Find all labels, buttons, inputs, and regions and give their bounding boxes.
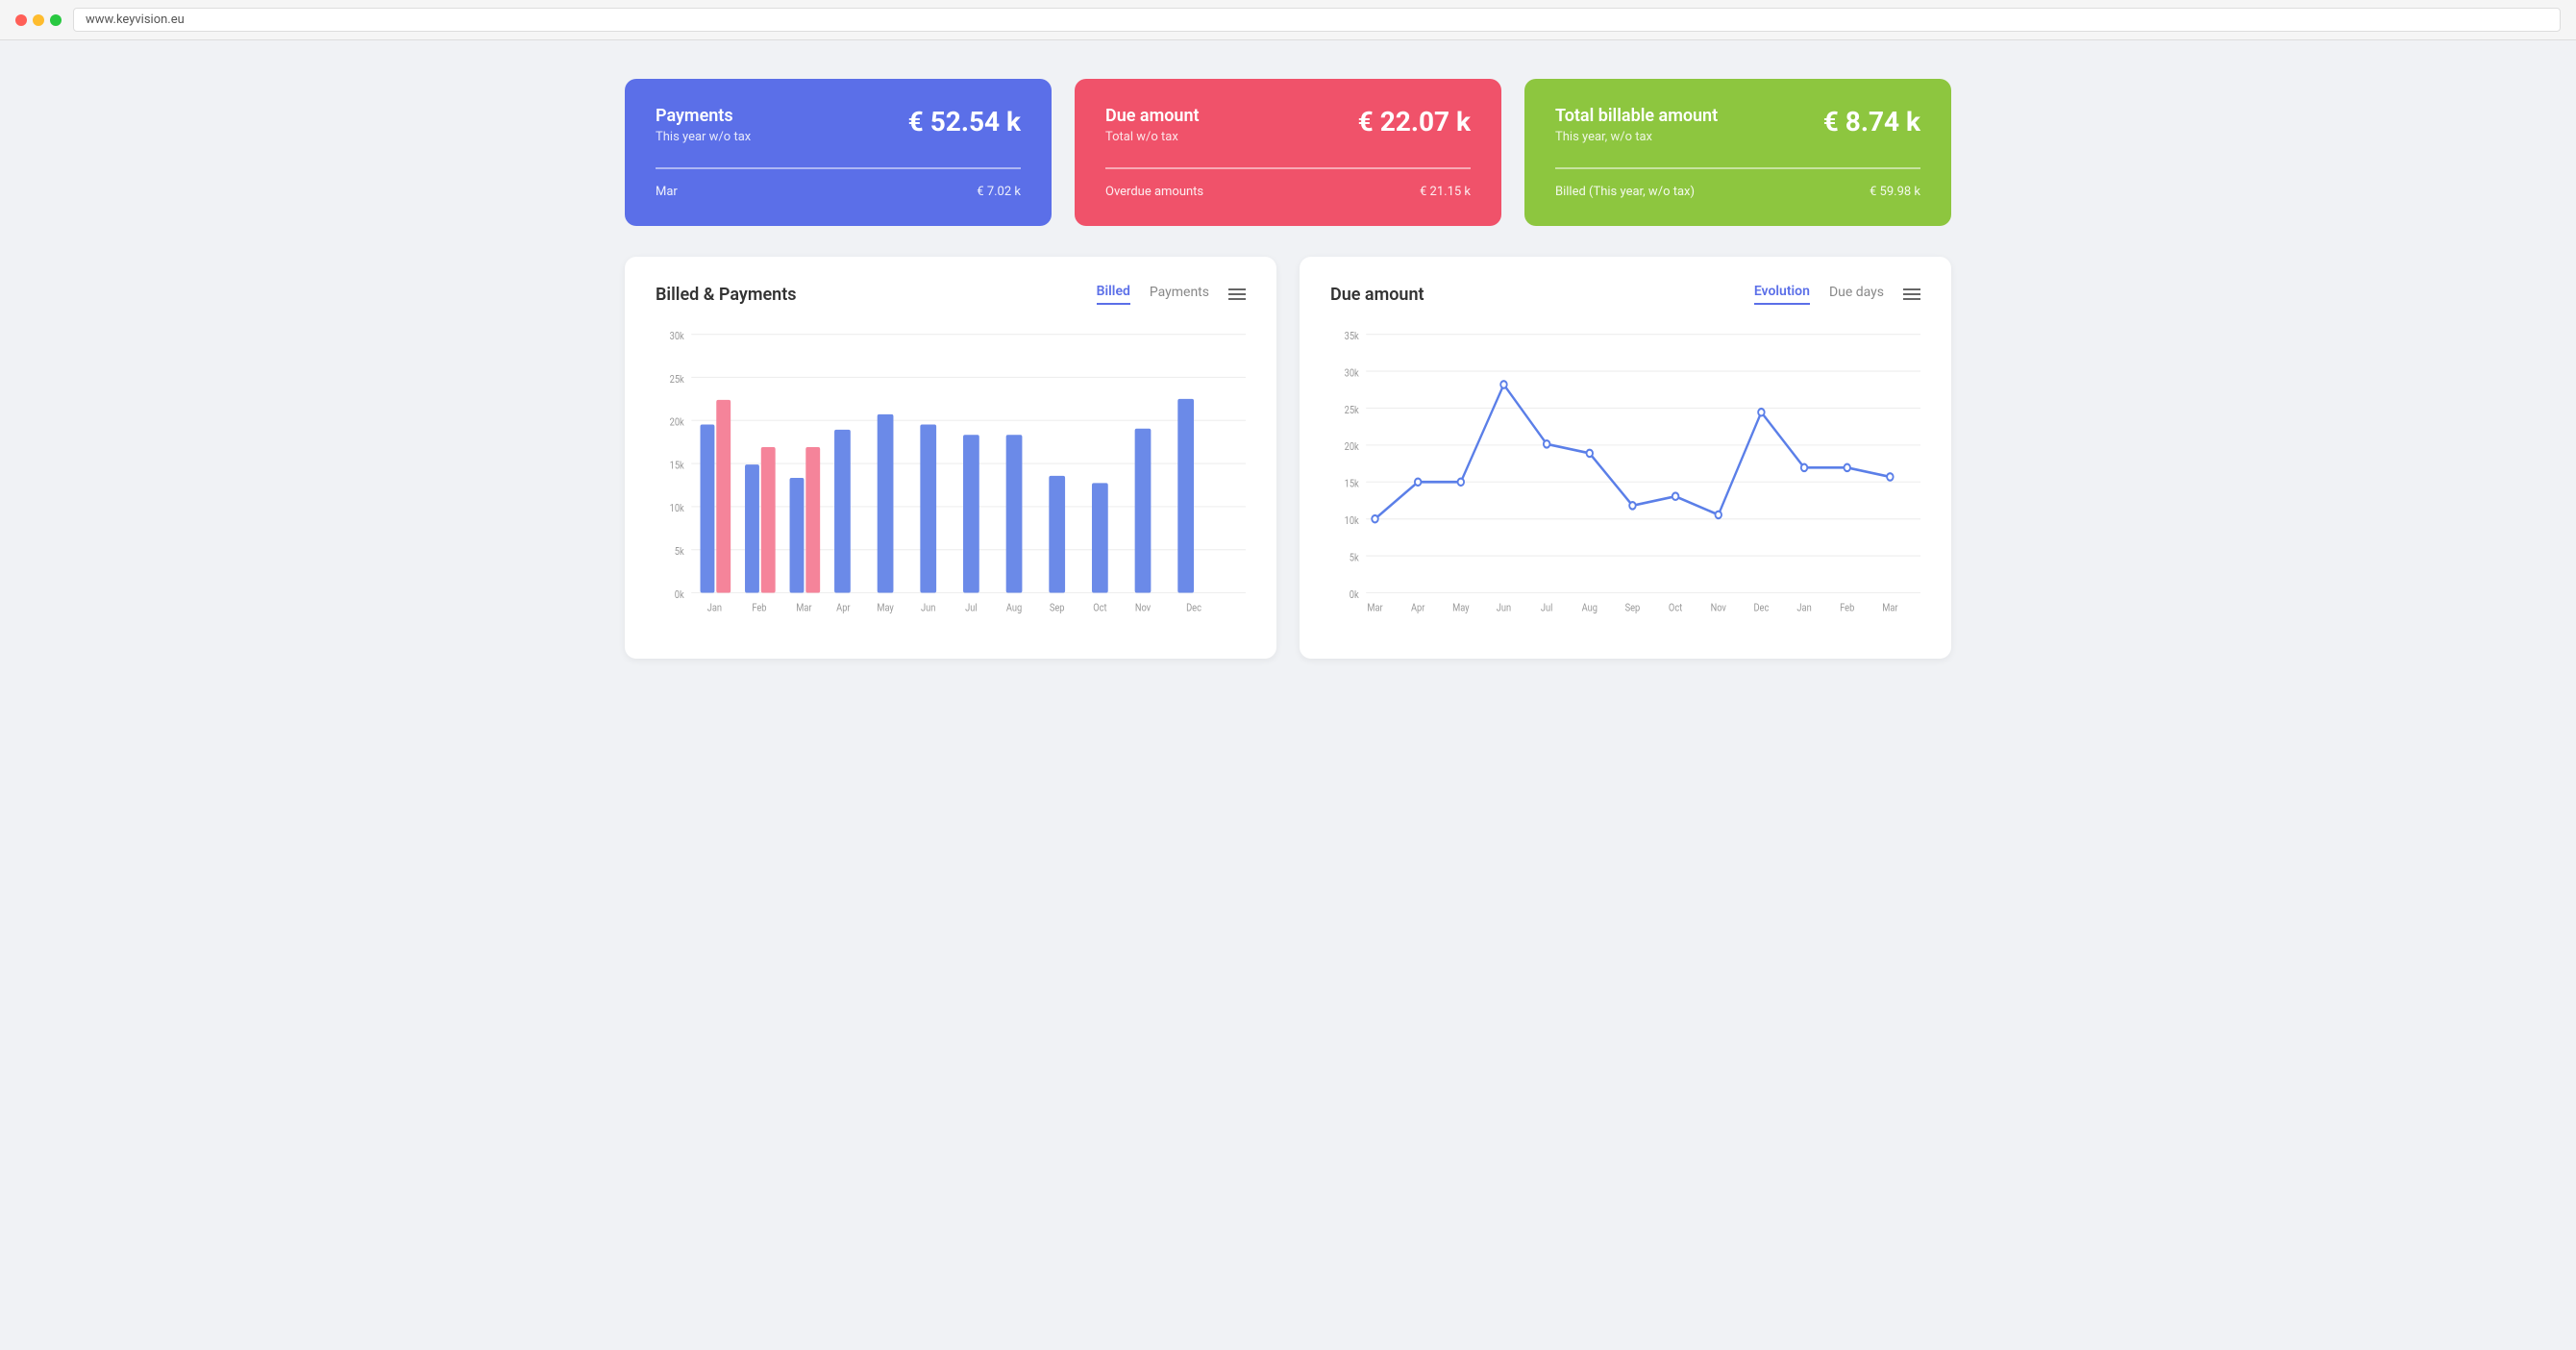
payments-amount: € 52.54 k xyxy=(908,106,1021,138)
due-amount-footer-right: € 21.15 k xyxy=(1420,185,1471,199)
charts-row: Billed & Payments Billed Payments xyxy=(625,257,1951,659)
bar-chart-svg: 0k 5k 10k 15k 20k 25k 30k xyxy=(656,324,1246,632)
svg-text:0k: 0k xyxy=(1350,589,1360,601)
due-amount-subtitle: Total w/o tax xyxy=(1105,130,1200,144)
total-billable-footer: Billed (This year, w/o tax) € 59.98 k xyxy=(1555,185,1920,199)
svg-text:Apr: Apr xyxy=(1411,603,1425,614)
svg-text:Dec: Dec xyxy=(1186,603,1201,614)
svg-text:15k: 15k xyxy=(670,461,685,472)
svg-text:25k: 25k xyxy=(670,374,685,386)
billed-payments-menu-icon[interactable] xyxy=(1228,288,1246,300)
svg-text:Jun: Jun xyxy=(1497,603,1511,614)
main-content: Payments This year w/o tax € 52.54 k Mar… xyxy=(567,40,2009,697)
svg-text:Apr: Apr xyxy=(836,603,851,614)
svg-text:15k: 15k xyxy=(1345,479,1360,490)
close-dot[interactable] xyxy=(15,14,27,26)
due-amount-footer: Overdue amounts € 21.15 k xyxy=(1105,185,1471,199)
svg-text:Feb: Feb xyxy=(752,603,767,614)
svg-text:Jul: Jul xyxy=(965,603,978,614)
tab-evolution[interactable]: Evolution xyxy=(1754,284,1810,305)
due-amount-footer-left: Overdue amounts xyxy=(1105,185,1203,199)
maximize-dot[interactable] xyxy=(50,14,62,26)
svg-text:Feb: Feb xyxy=(1840,603,1855,614)
tab-payments[interactable]: Payments xyxy=(1150,285,1209,304)
due-amount-line-chart: 0k 5k 10k 15k 20k 25k 30k 35k xyxy=(1330,324,1920,632)
svg-text:35k: 35k xyxy=(1345,331,1360,342)
svg-text:25k: 25k xyxy=(1345,405,1360,416)
due-amount-title: Due amount xyxy=(1105,106,1200,126)
payments-card: Payments This year w/o tax € 52.54 k Mar… xyxy=(625,79,1052,226)
url-bar[interactable]: www.keyvision.eu xyxy=(73,8,2561,32)
billed-payments-bar-chart: 0k 5k 10k 15k 20k 25k 30k xyxy=(656,324,1246,632)
tab-billed[interactable]: Billed xyxy=(1097,284,1130,305)
due-amount-tabs: Evolution Due days xyxy=(1754,284,1884,305)
payments-footer-left: Mar xyxy=(656,185,678,199)
total-billable-footer-left: Billed (This year, w/o tax) xyxy=(1555,185,1695,199)
due-amount-card: Due amount Total w/o tax € 22.07 k Overd… xyxy=(1075,79,1501,226)
payments-subtitle: This year w/o tax xyxy=(656,130,751,144)
svg-text:Nov: Nov xyxy=(1711,603,1727,614)
cards-row: Payments This year w/o tax € 52.54 k Mar… xyxy=(625,79,1951,226)
svg-text:May: May xyxy=(877,603,894,614)
svg-text:Mar: Mar xyxy=(1882,603,1898,614)
due-amount-divider xyxy=(1105,167,1471,169)
due-amount-chart-header: Due amount Evolution Due days xyxy=(1330,284,1920,305)
svg-text:Oct: Oct xyxy=(1093,603,1106,614)
billed-payments-tabs: Billed Payments xyxy=(1097,284,1209,305)
due-amount-chart-card: Due amount Evolution Due days xyxy=(1300,257,1951,659)
svg-text:5k: 5k xyxy=(1350,553,1360,564)
svg-text:Nov: Nov xyxy=(1135,603,1152,614)
billed-payments-chart-card: Billed & Payments Billed Payments xyxy=(625,257,1276,659)
payments-card-header: Payments This year w/o tax € 52.54 k xyxy=(656,106,1021,144)
svg-text:5k: 5k xyxy=(675,546,685,558)
due-amount-chart-title: Due amount xyxy=(1330,285,1424,305)
svg-text:30k: 30k xyxy=(670,331,685,342)
due-amount-menu-icon[interactable] xyxy=(1903,288,1920,300)
total-billable-divider xyxy=(1555,167,1920,169)
svg-text:Sep: Sep xyxy=(1050,603,1065,614)
svg-text:Dec: Dec xyxy=(1753,603,1769,614)
svg-text:May: May xyxy=(1452,603,1470,614)
total-billable-title: Total billable amount xyxy=(1555,106,1718,126)
svg-text:20k: 20k xyxy=(670,417,685,429)
svg-text:Aug: Aug xyxy=(1006,603,1022,614)
due-amount-amount: € 22.07 k xyxy=(1358,106,1471,138)
total-billable-footer-right: € 59.98 k xyxy=(1870,185,1920,199)
svg-text:Mar: Mar xyxy=(796,603,812,614)
svg-text:Jan: Jan xyxy=(707,603,722,614)
minimize-dot[interactable] xyxy=(33,14,44,26)
svg-text:Sep: Sep xyxy=(1625,603,1641,614)
svg-text:0k: 0k xyxy=(675,589,685,601)
billed-payments-chart-header: Billed & Payments Billed Payments xyxy=(656,284,1246,305)
tab-due-days[interactable]: Due days xyxy=(1829,285,1884,304)
svg-text:10k: 10k xyxy=(1345,515,1360,527)
svg-text:Mar: Mar xyxy=(1367,603,1383,614)
svg-text:Aug: Aug xyxy=(1582,603,1598,614)
svg-text:Oct: Oct xyxy=(1669,603,1682,614)
due-amount-card-header: Due amount Total w/o tax € 22.07 k xyxy=(1105,106,1471,144)
browser-chrome: www.keyvision.eu xyxy=(0,0,2576,40)
billed-payments-chart-title: Billed & Payments xyxy=(656,285,797,305)
svg-text:Jun: Jun xyxy=(921,603,935,614)
svg-text:20k: 20k xyxy=(1345,442,1360,454)
payments-footer-right: € 7.02 k xyxy=(977,185,1021,199)
svg-text:10k: 10k xyxy=(670,504,685,515)
svg-text:Jul: Jul xyxy=(1541,603,1553,614)
line-chart-svg: 0k 5k 10k 15k 20k 25k 30k 35k xyxy=(1330,324,1920,632)
total-billable-amount: € 8.74 k xyxy=(1823,106,1920,138)
browser-dots xyxy=(15,14,62,26)
total-billable-card-header: Total billable amount This year, w/o tax… xyxy=(1555,106,1920,144)
payments-divider xyxy=(656,167,1021,169)
payments-footer: Mar € 7.02 k xyxy=(656,185,1021,199)
svg-text:Jan: Jan xyxy=(1796,603,1811,614)
payments-title: Payments xyxy=(656,106,751,126)
svg-text:30k: 30k xyxy=(1345,368,1360,380)
total-billable-card: Total billable amount This year, w/o tax… xyxy=(1524,79,1951,226)
total-billable-subtitle: This year, w/o tax xyxy=(1555,130,1718,144)
